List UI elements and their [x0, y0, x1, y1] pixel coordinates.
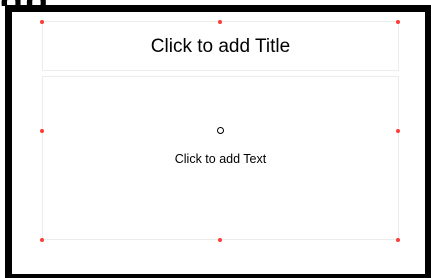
- rotation-point-icon[interactable]: [217, 127, 224, 134]
- slide-editor-canvas: ɑɑ Click to add Title Click to add Text: [0, 0, 431, 278]
- resize-handle-bottom-left[interactable]: [40, 238, 44, 242]
- resize-handle-bottom[interactable]: [218, 238, 222, 242]
- resize-handle-left[interactable]: [40, 129, 44, 133]
- resize-handle-bottom-right[interactable]: [396, 238, 400, 242]
- resize-handle-top-right[interactable]: [396, 20, 400, 24]
- title-placeholder[interactable]: Click to add Title: [42, 21, 399, 71]
- text-placeholder-text: Click to add Text: [174, 152, 267, 166]
- text-placeholder[interactable]: Click to add Text: [42, 76, 399, 240]
- resize-handle-top[interactable]: [218, 20, 222, 24]
- resize-handle-right[interactable]: [396, 129, 400, 133]
- title-placeholder-text: Click to add Title: [150, 36, 291, 57]
- resize-handle-top-left[interactable]: [40, 20, 44, 24]
